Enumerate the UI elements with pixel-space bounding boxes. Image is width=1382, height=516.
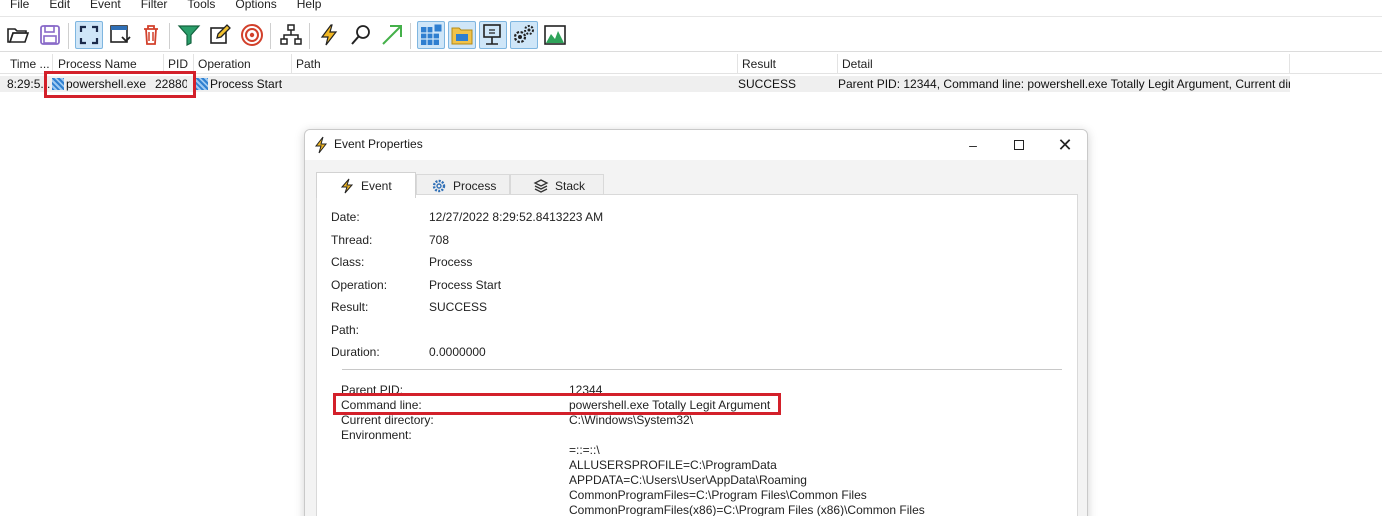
date-value: 12/27/2022 8:29:52.8413223 AM [429,210,604,224]
stack-icon [533,178,549,193]
minimize-button[interactable]: – [950,130,996,160]
gear-icon [432,179,446,192]
tab-process-label: Process [453,178,497,193]
clear-icon[interactable] [137,21,165,49]
divider [342,369,1062,370]
menu-edit[interactable]: Edit [39,0,80,14]
dialog-titlebar[interactable]: Event Properties – ✕ [305,130,1087,160]
save-icon[interactable] [36,21,64,49]
highlight-box-process [44,71,196,98]
menu-bar: File Edit Event Filter Tools Options Hel… [0,0,1382,14]
jump-to-icon[interactable] [378,21,406,49]
menu-file[interactable]: File [0,0,39,14]
event-properties-dialog: Event Properties – ✕ Event Process Stack… [304,129,1088,516]
include-process-icon[interactable] [238,21,266,49]
current-directory-value: C:\Windows\System32\ [569,413,694,427]
result-label: Result: [331,300,369,314]
toolbar [0,16,1382,52]
operation-text: Process Start [210,77,283,91]
thread-label: Thread: [331,233,373,247]
menu-options[interactable]: Options [225,0,286,14]
cell-path [296,76,736,92]
cell-detail: Parent PID: 12344, Command line: powersh… [838,77,1290,91]
event-panel: Date: 12/27/2022 8:29:52.8413223 AM Thre… [316,194,1078,516]
column-path[interactable]: Path [292,54,738,74]
operation-icon [196,78,208,90]
close-button[interactable]: ✕ [1042,130,1087,160]
network-icon[interactable] [479,21,507,49]
find-icon[interactable] [347,21,375,49]
menu-filter[interactable]: Filter [131,0,178,14]
autoscroll-icon[interactable] [106,21,134,49]
profiling-icon[interactable] [541,21,569,49]
column-detail[interactable]: Detail [838,54,1290,74]
path-label: Path: [331,323,360,337]
environment-line: CommonProgramFiles(x86)=C:\Program Files… [569,503,925,516]
open-icon[interactable] [4,21,32,49]
tab-event-label: Event [361,178,392,193]
cell-result: SUCCESS [738,77,797,91]
close-icon: ✕ [1057,134,1073,155]
class-value: Process [429,255,473,269]
thread-value: 708 [429,233,450,247]
minimize-icon: – [969,137,977,153]
lightning-icon [314,136,328,154]
environment-line: ALLUSERSPROFILE=C:\ProgramData [569,458,777,472]
column-result[interactable]: Result [738,54,838,74]
current-directory-label: Current directory: [341,413,434,427]
environment-line: APPDATA=C:\Users\User\AppData\Roaming [569,473,807,487]
tab-stack-label: Stack [555,178,586,193]
registry-icon[interactable] [417,21,445,49]
filesystem-icon[interactable] [448,21,476,49]
date-label: Date: [331,210,360,224]
environment-line: CommonProgramFiles=C:\Program Files\Comm… [569,488,867,502]
highlight-box-command-line [333,393,781,415]
event-icon[interactable] [315,21,343,49]
menu-help[interactable]: Help [287,0,332,14]
result-value: SUCCESS [429,300,488,314]
process-activity-icon[interactable] [510,21,538,49]
menu-event[interactable]: Event [80,0,131,14]
operation-label: Operation: [331,278,388,292]
process-tree-icon[interactable] [277,21,305,49]
duration-label: Duration: [331,345,380,359]
maximize-icon [1014,140,1024,150]
maximize-button[interactable] [996,130,1042,160]
lightning-icon [340,178,354,193]
filter-icon[interactable] [175,21,203,49]
grid-header: Time ... Process Name PID Operation Path… [0,54,1382,74]
class-label: Class: [331,255,365,269]
environment-label: Environment: [341,428,412,442]
operation-value: Process Start [429,278,502,292]
tab-stack[interactable]: Stack [510,174,604,196]
menu-tools[interactable]: Tools [177,0,225,14]
dialog-title: Event Properties [334,137,423,151]
tab-process[interactable]: Process [416,174,510,196]
capture-icon[interactable] [75,21,103,49]
duration-value: 0.0000000 [429,345,486,359]
tab-event[interactable]: Event [316,172,416,198]
cell-operation: Process Start [196,76,292,92]
highlight-icon[interactable] [206,21,234,49]
column-operation[interactable]: Operation [194,54,292,74]
environment-line: =::=::\ [569,443,600,457]
